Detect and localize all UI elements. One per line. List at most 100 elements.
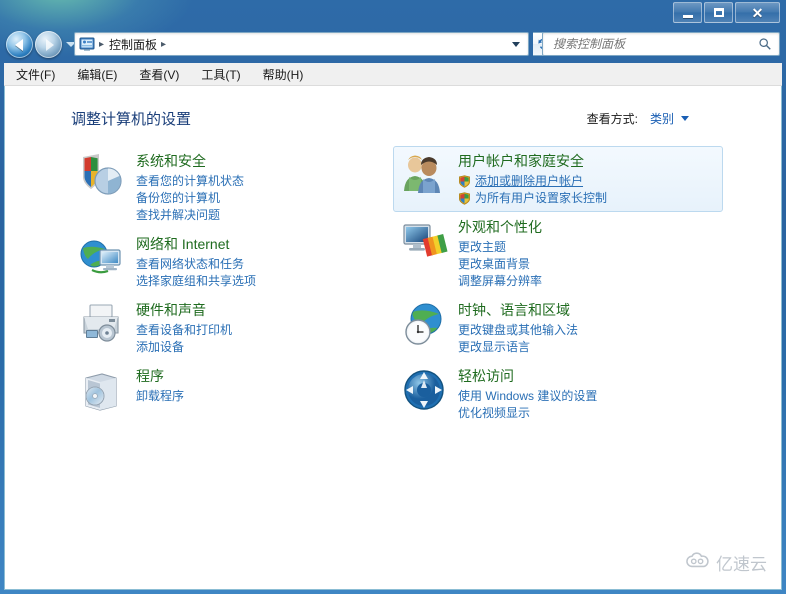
address-dropdown-icon[interactable]: [512, 41, 520, 47]
category-link[interactable]: 查看您的计算机状态: [136, 173, 244, 190]
view-by-control[interactable]: 查看方式: 类别: [587, 110, 689, 127]
forward-arrow-icon: [45, 38, 54, 51]
back-arrow-icon: [14, 38, 23, 51]
category-link[interactable]: 为所有用户设置家长控制: [458, 190, 607, 207]
appearance-monitor-icon: [400, 217, 448, 265]
category-body: 时钟、语言和区域更改键盘或其他输入法 更改显示语言: [458, 300, 578, 356]
category-title[interactable]: 程序: [136, 367, 184, 386]
search-box[interactable]: [542, 32, 780, 56]
back-button[interactable]: [6, 31, 33, 58]
maximize-icon: [713, 8, 724, 17]
category-link-text: 更改桌面背景: [458, 257, 531, 271]
watermark: 亿速云: [685, 550, 767, 575]
category-link-text: 使用 Windows 建议的设置: [458, 389, 598, 403]
category-link[interactable]: 备份您的计算机: [136, 190, 244, 207]
maximize-button[interactable]: [704, 2, 733, 23]
category-title[interactable]: 轻松访问: [458, 367, 597, 386]
category-link-text: 卸载程序: [136, 389, 185, 403]
breadcrumb-control-panel[interactable]: 控制面板: [109, 36, 157, 53]
category-title[interactable]: 网络和 Internet: [136, 235, 256, 254]
category-link-text: 查看设备和打印机: [136, 323, 233, 337]
category-link-text: 查找并解决问题: [136, 208, 221, 222]
shield-icon: [458, 175, 471, 188]
shield-icon: [458, 192, 471, 205]
breadcrumb-separator-icon-2[interactable]: ▸: [161, 39, 166, 50]
menu-item-view[interactable]: 查看(V): [139, 66, 179, 83]
category-link-text: 更改显示语言: [458, 340, 531, 354]
category-item[interactable]: 外观和个性化 更改主题 更改桌面背景 调整屏幕分辨率: [393, 212, 723, 295]
category-link-text: 添加设备: [136, 340, 185, 354]
clock-region-icon: [400, 300, 448, 348]
category-item[interactable]: 系统和安全查看您的计算机状态 备份您的计算机 查找并解决问题: [71, 146, 391, 229]
category-item[interactable]: 时钟、语言和区域更改键盘或其他输入法 更改显示语言: [393, 295, 723, 361]
watermark-text: 亿速云: [716, 555, 767, 574]
close-button[interactable]: ✕: [735, 2, 780, 23]
category-title[interactable]: 时钟、语言和区域: [458, 301, 578, 320]
category-link[interactable]: 查看设备和打印机: [136, 322, 232, 339]
chevron-down-icon[interactable]: [681, 116, 689, 121]
category-body: 程序 卸载程序: [136, 366, 184, 414]
view-by-value[interactable]: 类别: [650, 110, 674, 127]
category-item[interactable]: 程序 卸载程序: [71, 361, 391, 419]
control-panel-icon: [79, 36, 95, 52]
menu-item-file[interactable]: 文件(F): [16, 66, 55, 83]
category-link[interactable]: 调整屏幕分辨率: [458, 273, 542, 290]
content-area: 调整计算机的设置 查看方式: 类别 系统和安全 查看您的计算机状态 备份您的计算机查…: [4, 86, 782, 590]
category-link[interactable]: 选择家庭组和共享选项: [136, 273, 256, 290]
category-item[interactable]: 网络和 Internet 查看网络状态和任务 选择家庭组和共享选项: [71, 229, 391, 295]
category-link-text: 更改键盘或其他输入法: [458, 323, 579, 337]
category-link-text: 备份您的计算机: [136, 191, 221, 205]
menu-bar: 文件(F) 编辑(E) 查看(V) 工具(T) 帮助(H): [4, 63, 782, 86]
category-link-text: 优化视频显示: [458, 406, 531, 420]
category-link[interactable]: 添加或删除用户帐户: [458, 173, 607, 190]
category-link[interactable]: 查看网络状态和任务: [136, 256, 256, 273]
cloud-logo-icon: [685, 551, 711, 574]
search-icon[interactable]: [758, 37, 772, 51]
category-link[interactable]: 优化视频显示: [458, 405, 597, 422]
forward-button[interactable]: [35, 31, 62, 58]
minimize-icon: [682, 14, 693, 18]
category-title[interactable]: 硬件和声音: [136, 301, 232, 320]
category-link[interactable]: 查找并解决问题: [136, 207, 244, 224]
shield-security-icon: [78, 151, 126, 199]
category-title[interactable]: 用户帐户和家庭安全: [458, 152, 607, 171]
minimize-button[interactable]: [673, 2, 702, 23]
category-column-right: 用户帐户和家庭安全 添加或删除用户帐户 为所有用户设置家长控制 外观和个性化 更…: [393, 146, 723, 427]
network-globe-icon: [78, 234, 126, 282]
page-title: 调整计算机的设置: [71, 111, 192, 128]
category-link[interactable]: 更改键盘或其他输入法: [458, 322, 578, 339]
menu-item-tools[interactable]: 工具(T): [201, 66, 240, 83]
category-item[interactable]: 硬件和声音查看设备和打印机 添加设备: [71, 295, 391, 361]
category-title[interactable]: 外观和个性化: [458, 218, 542, 237]
search-input[interactable]: [551, 36, 758, 52]
category-title[interactable]: 系统和安全: [136, 152, 244, 171]
category-link-text: 为所有用户设置家长控制: [475, 191, 608, 205]
category-link[interactable]: 更改桌面背景: [458, 256, 542, 273]
category-body: 系统和安全查看您的计算机状态 备份您的计算机 查找并解决问题: [136, 151, 244, 224]
programs-box-icon: [78, 366, 126, 414]
menu-item-edit[interactable]: 编辑(E): [77, 66, 117, 83]
category-body: 硬件和声音查看设备和打印机 添加设备: [136, 300, 232, 356]
address-bar[interactable]: ▸ 控制面板 ▸: [74, 32, 529, 56]
title-bar: ✕: [0, 0, 786, 26]
category-link[interactable]: 使用 Windows 建议的设置: [458, 388, 597, 405]
category-link-text: 查看网络状态和任务: [136, 257, 245, 271]
category-column-left: 系统和安全查看您的计算机状态 备份您的计算机 查找并解决问题 网络和 Interne…: [71, 146, 391, 419]
control-panel-window: ✕ ▸ 控制面板 ▸ 搜索控制面板 文件(F) 编辑(E) 查看(V) 工具(T…: [0, 0, 786, 594]
navigation-bar: ▸ 控制面板 ▸: [0, 27, 786, 63]
category-link[interactable]: 添加设备: [136, 339, 232, 356]
user-accounts-icon: [400, 151, 448, 199]
menu-item-help[interactable]: 帮助(H): [263, 66, 304, 83]
ease-of-access-icon: [400, 366, 448, 414]
category-item[interactable]: 轻松访问使用 Windows 建议的设置 优化视频显示: [393, 361, 723, 427]
category-link-text: 调整屏幕分辨率: [458, 274, 543, 288]
view-by-label: 查看方式:: [586, 112, 638, 126]
close-icon: ✕: [751, 4, 764, 21]
category-link-text: 查看您的计算机状态: [136, 174, 245, 188]
category-item[interactable]: 用户帐户和家庭安全 添加或删除用户帐户 为所有用户设置家长控制: [393, 146, 723, 212]
category-link[interactable]: 更改显示语言: [458, 339, 578, 356]
category-body: 网络和 Internet 查看网络状态和任务 选择家庭组和共享选项: [136, 234, 256, 290]
category-link[interactable]: 更改主题: [458, 239, 542, 256]
printer-hardware-icon: [78, 300, 126, 348]
category-link[interactable]: 卸载程序: [136, 388, 184, 405]
